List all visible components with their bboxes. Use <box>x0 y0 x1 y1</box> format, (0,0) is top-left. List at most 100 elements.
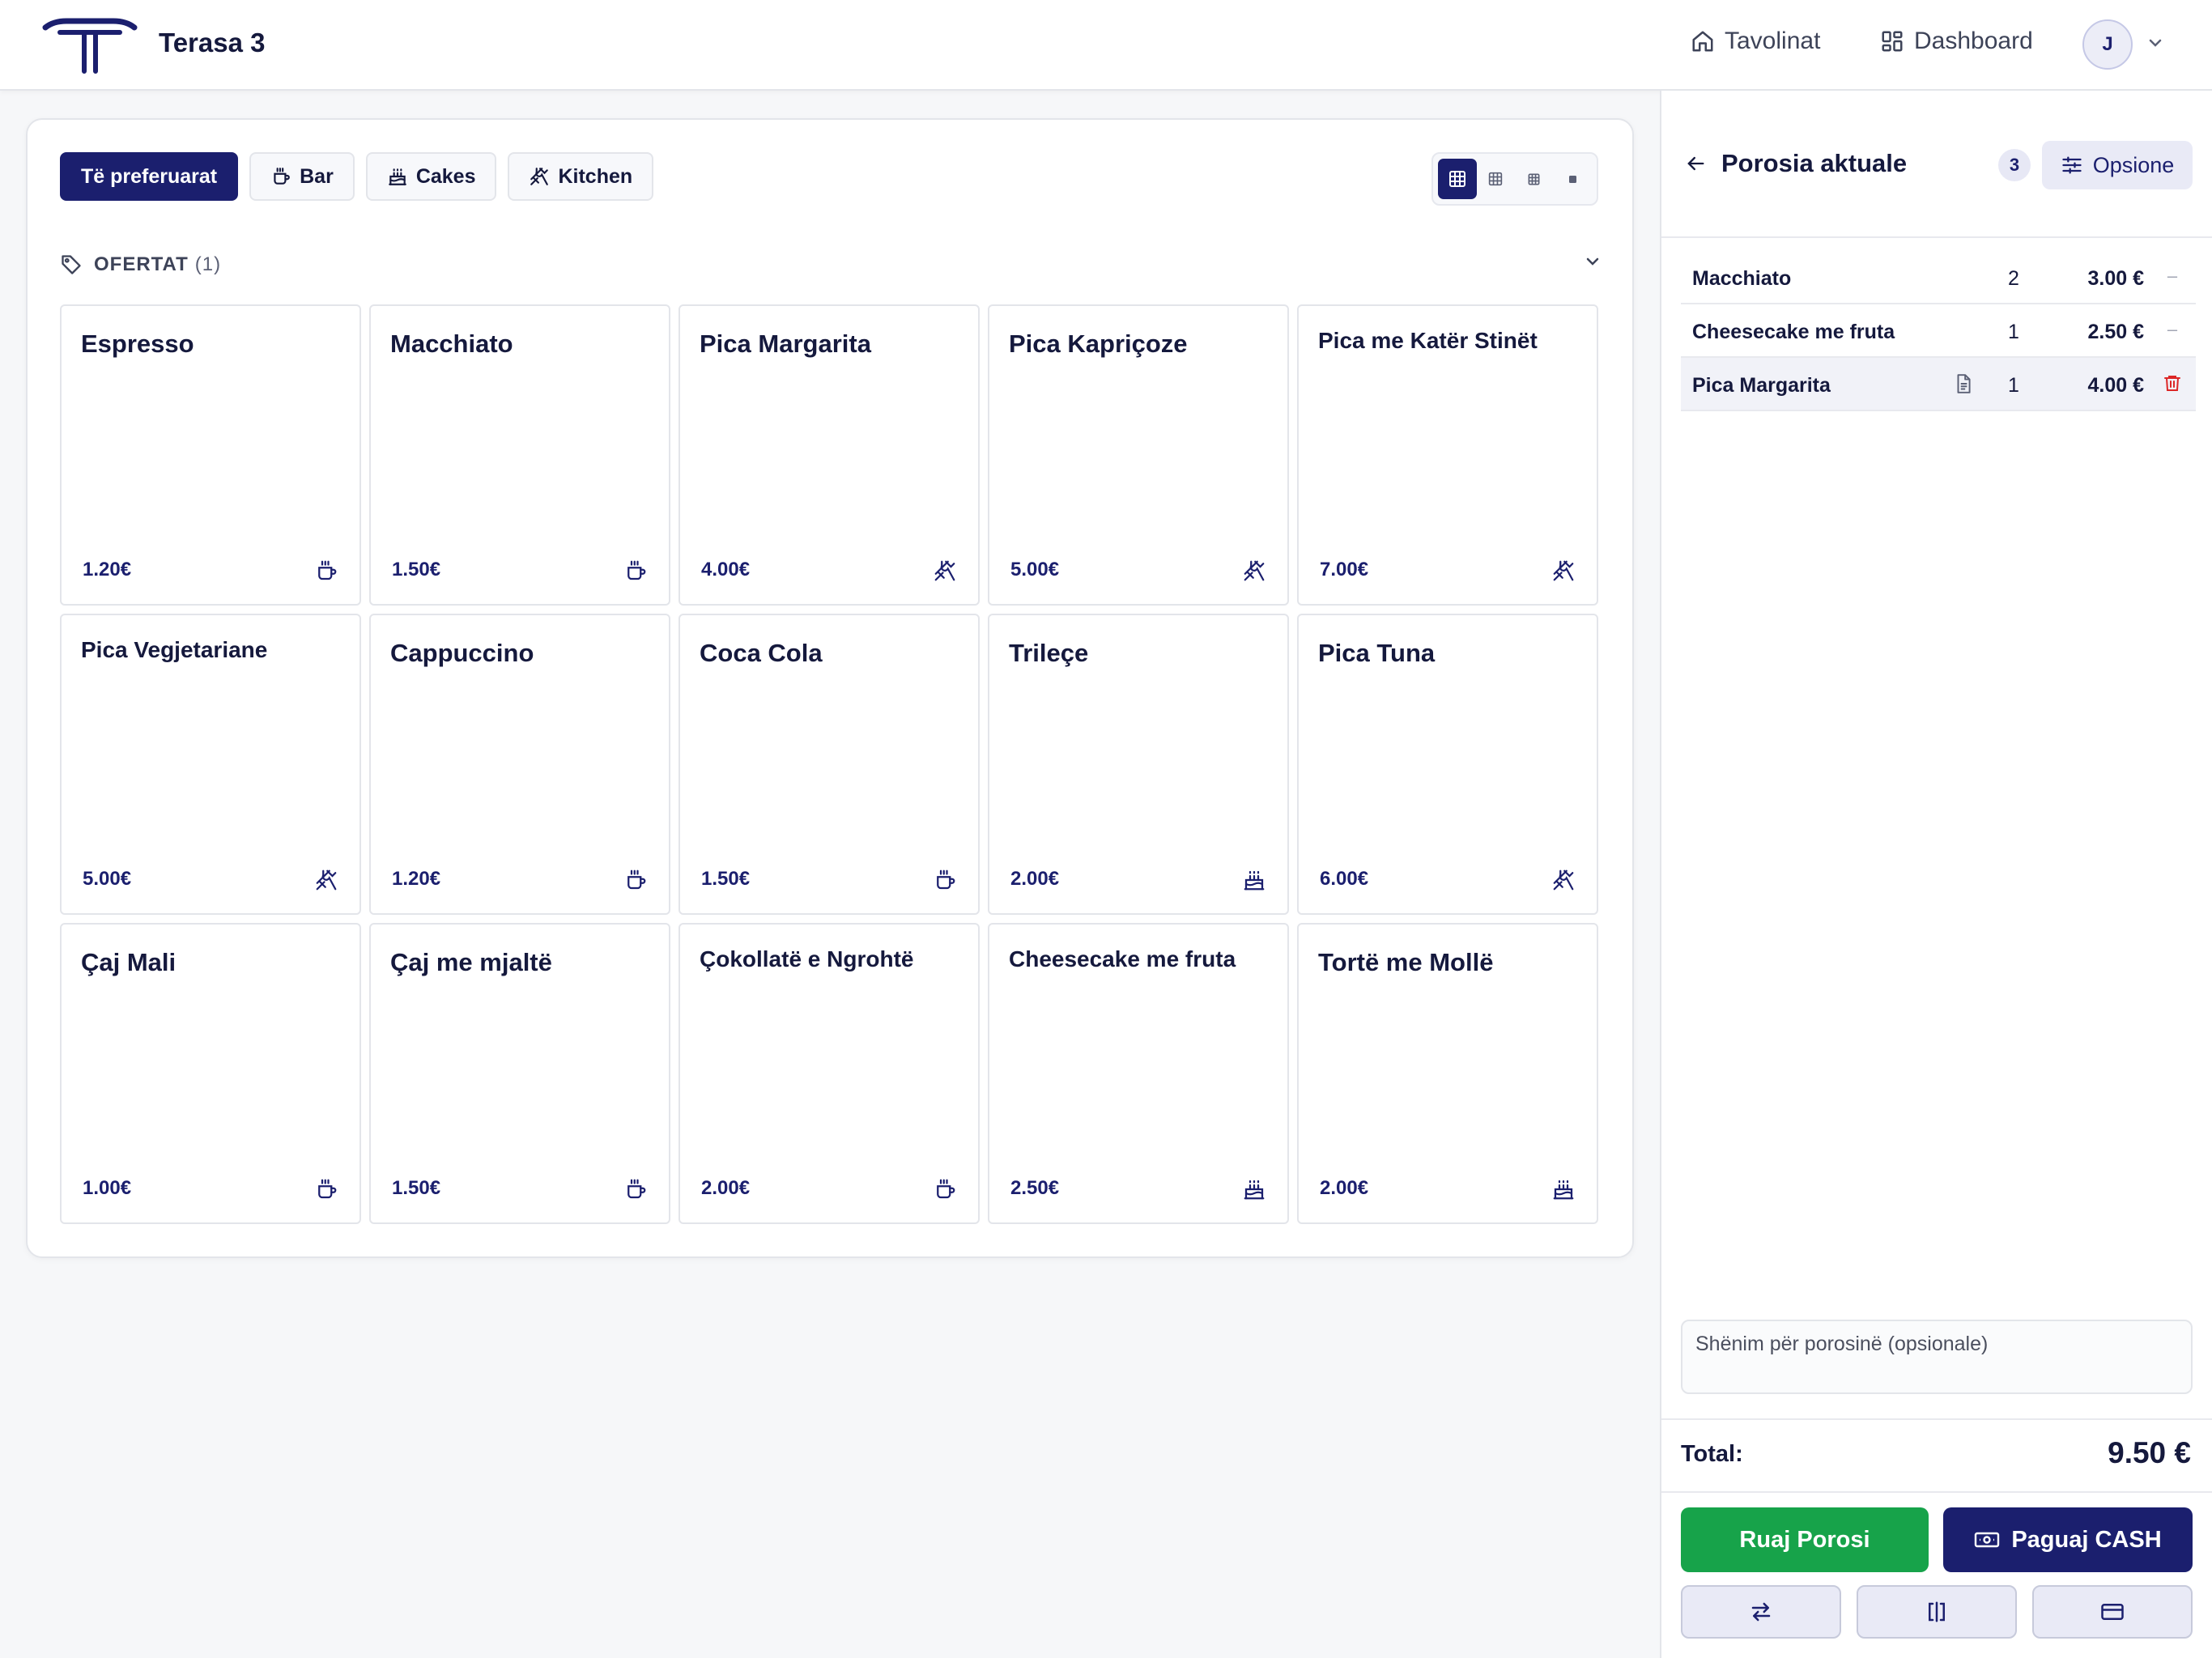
product-card[interactable]: Macchiato 1.50€ <box>369 304 670 606</box>
product-card[interactable]: Trileçe 2.00€ <box>988 614 1289 915</box>
products-panel: Të preferuarat Bar Cakes Kitchen OFERTAT… <box>26 118 1634 1258</box>
product-name: Çaj me mjaltë <box>390 948 552 976</box>
coffee-cup-icon <box>933 1177 957 1201</box>
decrease-qty-button[interactable]: – <box>2160 317 2184 342</box>
section-count: (1) <box>194 253 222 275</box>
product-price: 6.00€ <box>1320 868 1369 890</box>
note-icon[interactable] <box>1953 372 1974 395</box>
category-tabs: Të preferuarat Bar Cakes Kitchen <box>60 152 654 201</box>
product-price: 1.50€ <box>701 868 751 890</box>
split-icon <box>1925 1600 1949 1624</box>
product-card[interactable]: Tortë me Mollë 2.00€ <box>1297 923 1598 1224</box>
product-price: 1.50€ <box>392 1177 441 1199</box>
decrease-qty-button[interactable]: – <box>2160 264 2184 288</box>
arrow-left-icon[interactable] <box>1684 152 1707 175</box>
product-card[interactable]: Çokollatë e Ngrohtë 2.00€ <box>678 923 980 1224</box>
product-card[interactable]: Cheesecake me fruta 2.50€ <box>988 923 1289 1224</box>
product-card[interactable]: Çaj Mali 1.00€ <box>60 923 361 1224</box>
product-card[interactable]: Espresso 1.20€ <box>60 304 361 606</box>
banknote-icon <box>1974 1530 2000 1550</box>
options-button[interactable]: Opsione <box>2042 141 2193 189</box>
product-card[interactable]: Pica Margarita 4.00€ <box>678 304 980 606</box>
view-large-button[interactable] <box>1438 159 1477 199</box>
utensils-crossed-icon <box>529 166 550 187</box>
tab-bar[interactable]: Bar <box>249 152 355 201</box>
cake-icon <box>1551 1177 1576 1201</box>
coffee-cup-icon <box>623 559 648 583</box>
order-item-row[interactable]: Cheesecake me fruta 1 2.50 € – <box>1681 304 2196 358</box>
product-name: Pica Kapriçoze <box>1009 329 1188 358</box>
order-item-qty: 1 <box>2008 321 2019 343</box>
nav-dashboard-link[interactable]: Dashboard <box>1880 28 2033 55</box>
home-icon <box>1691 29 1715 53</box>
split-order-button[interactable] <box>1857 1585 2017 1639</box>
product-name: Cheesecake me fruta <box>1009 946 1236 971</box>
order-item-price: 2.50 € <box>2087 321 2144 343</box>
order-count-badge: 3 <box>1998 149 2031 181</box>
trash-icon[interactable] <box>2160 371 2184 395</box>
top-bar: Terasa 3 Tavolinat Dashboard J <box>0 0 2212 91</box>
product-name: Cappuccino <box>390 639 534 667</box>
tab-kitchen-label: Kitchen <box>558 164 633 188</box>
product-price: 2.50€ <box>1010 1177 1060 1199</box>
product-card[interactable]: Çaj me mjaltë 1.50€ <box>369 923 670 1224</box>
product-price: 1.20€ <box>83 559 132 580</box>
product-card[interactable]: Pica Tuna 6.00€ <box>1297 614 1598 915</box>
order-item-price: 4.00 € <box>2087 374 2144 397</box>
utensils-crossed-icon <box>933 559 957 583</box>
product-price: 7.00€ <box>1320 559 1369 580</box>
view-medium-button[interactable] <box>1477 159 1516 199</box>
pay-card-button[interactable] <box>2032 1585 2193 1639</box>
order-item-name: Pica Margarita <box>1692 374 1831 397</box>
save-order-button[interactable]: Ruaj Porosi <box>1681 1507 1929 1572</box>
chevron-down-icon[interactable] <box>2147 37 2163 49</box>
save-order-label: Ruaj Porosi <box>1739 1526 1870 1553</box>
coffee-cup-icon <box>314 1177 338 1201</box>
order-item-qty: 2 <box>2008 267 2019 290</box>
product-card[interactable]: Cappuccino 1.20€ <box>369 614 670 915</box>
grid-icon <box>1528 173 1540 185</box>
product-card[interactable]: Coca Cola 1.50€ <box>678 614 980 915</box>
order-item-row[interactable]: Macchiato 2 3.00 € – <box>1681 251 2196 304</box>
cake-icon <box>1242 868 1266 892</box>
offers-section-header[interactable]: OFERTAT (1) <box>60 244 1602 285</box>
order-note-field[interactable] <box>1681 1320 2193 1394</box>
utensils-crossed-icon <box>1551 559 1576 583</box>
tab-favorites[interactable]: Të preferuarat <box>60 152 239 201</box>
transfer-order-button[interactable] <box>1681 1585 1841 1639</box>
product-name: Pica Margarita <box>700 329 871 358</box>
app-logo-icon[interactable] <box>42 18 138 74</box>
product-card[interactable]: Pica Vegjetariane 5.00€ <box>60 614 361 915</box>
pay-cash-button[interactable]: Paguaj CASH <box>1943 1507 2193 1572</box>
grid-icon <box>1568 175 1577 184</box>
section-title: OFERTAT <box>94 253 189 275</box>
product-price: 2.00€ <box>1320 1177 1369 1199</box>
order-item-name: Macchiato <box>1692 267 1792 290</box>
utensils-crossed-icon <box>1551 868 1576 892</box>
total-value: 9.50 € <box>2108 1436 2191 1469</box>
view-small-button[interactable] <box>1515 159 1554 199</box>
product-price: 5.00€ <box>83 868 132 890</box>
dashboard-icon <box>1880 29 1904 53</box>
product-card[interactable]: Pica me Katër Stinët 7.00€ <box>1297 304 1598 606</box>
order-item-name: Cheesecake me fruta <box>1692 321 1895 343</box>
product-name: Pica me Katër Stinët <box>1318 328 1538 353</box>
product-name: Çokollatë e Ngrohtë <box>700 946 914 971</box>
order-item-row[interactable]: Pica Margarita 1 4.00 € <box>1681 358 2196 411</box>
coffee-cup-icon <box>933 868 957 892</box>
user-avatar[interactable]: J <box>2082 19 2133 70</box>
tag-icon <box>60 253 83 276</box>
nav-tables-link[interactable]: Tavolinat <box>1691 28 1820 55</box>
product-card[interactable]: Pica Kapriçoze 5.00€ <box>988 304 1289 606</box>
product-price: 4.00€ <box>701 559 751 580</box>
chevron-down-icon[interactable] <box>1584 256 1602 267</box>
coffee-cup-icon <box>270 166 291 187</box>
page-title: Terasa 3 <box>159 28 266 57</box>
options-label: Opsione <box>2092 152 2175 177</box>
order-header: Porosia aktuale 3 Opsione <box>1661 91 2212 238</box>
tab-cakes[interactable]: Cakes <box>365 152 497 201</box>
tab-kitchen[interactable]: Kitchen <box>508 152 654 201</box>
view-xsmall-button[interactable] <box>1554 159 1593 199</box>
utensils-crossed-icon <box>314 868 338 892</box>
utensils-crossed-icon <box>1242 559 1266 583</box>
